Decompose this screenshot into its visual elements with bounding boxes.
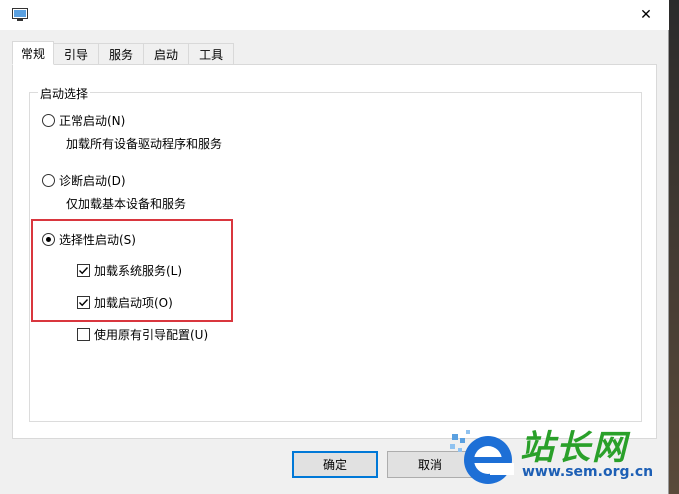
- diagnostic-startup-label[interactable]: 诊断启动(D): [59, 172, 126, 189]
- watermark-title: 站长网: [520, 428, 628, 468]
- selective-startup-label[interactable]: 选择性启动(S): [59, 231, 136, 248]
- diagnostic-startup-description: 仅加载基本设备和服务: [66, 197, 187, 211]
- selective-startup-option[interactable]: 选择性启动(S): [42, 231, 136, 248]
- site-watermark: 站长网 www.sem.org.cn: [448, 420, 679, 494]
- checkbox-use-original-boot[interactable]: [77, 328, 90, 341]
- normal-startup-option[interactable]: 正常启动(N): [42, 112, 125, 129]
- tab-bar: 常规 引导 服务 启动 工具: [12, 41, 235, 65]
- use-original-boot-label[interactable]: 使用原有引导配置(U): [94, 326, 208, 343]
- checkbox-load-system-services[interactable]: [77, 264, 90, 277]
- radio-normal[interactable]: [42, 114, 55, 127]
- tab-tools[interactable]: 工具: [189, 43, 235, 65]
- tab-boot[interactable]: 引导: [54, 43, 100, 65]
- tab-startup[interactable]: 启动: [144, 43, 190, 65]
- app-icon: [12, 8, 28, 22]
- close-button[interactable]: ✕: [623, 0, 669, 30]
- checkbox-load-startup-items[interactable]: [77, 296, 90, 309]
- group-legend: 启动选择: [38, 85, 91, 102]
- load-startup-items-option[interactable]: 加载启动项(O): [77, 294, 173, 311]
- load-system-services-label[interactable]: 加载系统服务(L): [94, 262, 182, 279]
- close-icon: ✕: [640, 7, 652, 23]
- radio-selective[interactable]: [42, 233, 55, 246]
- normal-startup-description: 加载所有设备驱动程序和服务: [66, 137, 223, 151]
- normal-startup-label[interactable]: 正常启动(N): [59, 112, 125, 129]
- tab-general[interactable]: 常规: [12, 41, 55, 65]
- checkmark-icon: [79, 267, 89, 275]
- use-original-boot-option[interactable]: 使用原有引导配置(U): [77, 326, 208, 343]
- radio-diagnostic[interactable]: [42, 174, 55, 187]
- checkmark-icon: [79, 299, 89, 307]
- tab-services[interactable]: 服务: [99, 43, 145, 65]
- title-bar: ✕: [0, 0, 669, 30]
- watermark-url: www.sem.org.cn: [522, 464, 654, 480]
- load-startup-items-label[interactable]: 加载启动项(O): [94, 294, 173, 311]
- load-system-services-option[interactable]: 加载系统服务(L): [77, 262, 182, 279]
- diagnostic-startup-option[interactable]: 诊断启动(D): [42, 172, 126, 189]
- ok-button[interactable]: 确定: [292, 451, 378, 478]
- watermark-logo-icon: [450, 430, 514, 484]
